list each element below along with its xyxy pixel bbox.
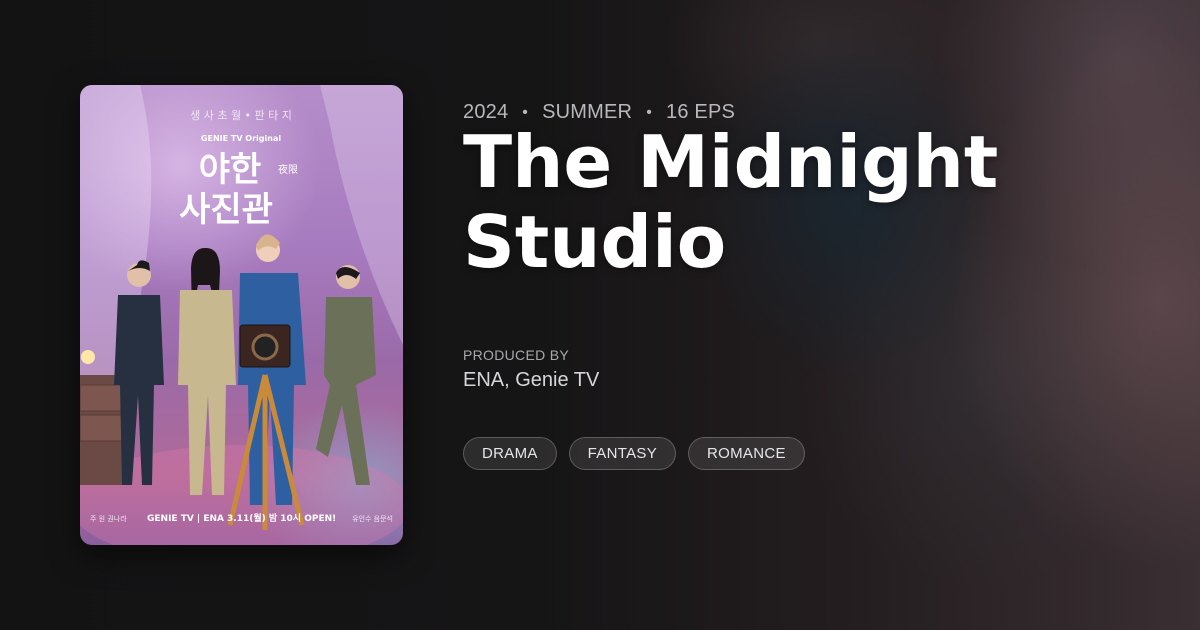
poster-tagline: 생 사 초 월 • 판 타 지: [190, 109, 292, 122]
poster-title-hanja: 夜限: [278, 163, 298, 176]
separator-dot: •: [646, 103, 653, 121]
poster-premiere: 3.11(월) 밤 10시 OPEN!: [227, 512, 336, 524]
poster-title-line2: 사진관: [179, 190, 273, 230]
poster-credit-right: 유인수 음문석: [352, 514, 393, 523]
poster-image: 생 사 초 월 • 판 타 지 GENIE TV Original 야한 夜限 …: [80, 85, 403, 545]
separator-dot: •: [522, 103, 529, 121]
poster-network-badge: GENIE TV Original: [201, 134, 281, 143]
genre-tags: DRAMA FANTASY ROMANCE: [463, 437, 805, 470]
produced-by-value: ENA, Genie TV: [463, 369, 600, 391]
genre-tag-fantasy[interactable]: FANTASY: [568, 437, 677, 470]
produced-by-label: PRODUCED BY: [463, 347, 569, 363]
show-title: The Midnight Studio: [463, 120, 999, 284]
poster-networks: GENIE TV | ENA: [147, 514, 224, 524]
poster-title-line1: 야한: [199, 150, 262, 190]
genre-tag-romance[interactable]: ROMANCE: [688, 437, 805, 470]
poster-credit-left: 주 원 권나라: [90, 514, 127, 523]
genre-tag-drama[interactable]: DRAMA: [463, 437, 557, 470]
